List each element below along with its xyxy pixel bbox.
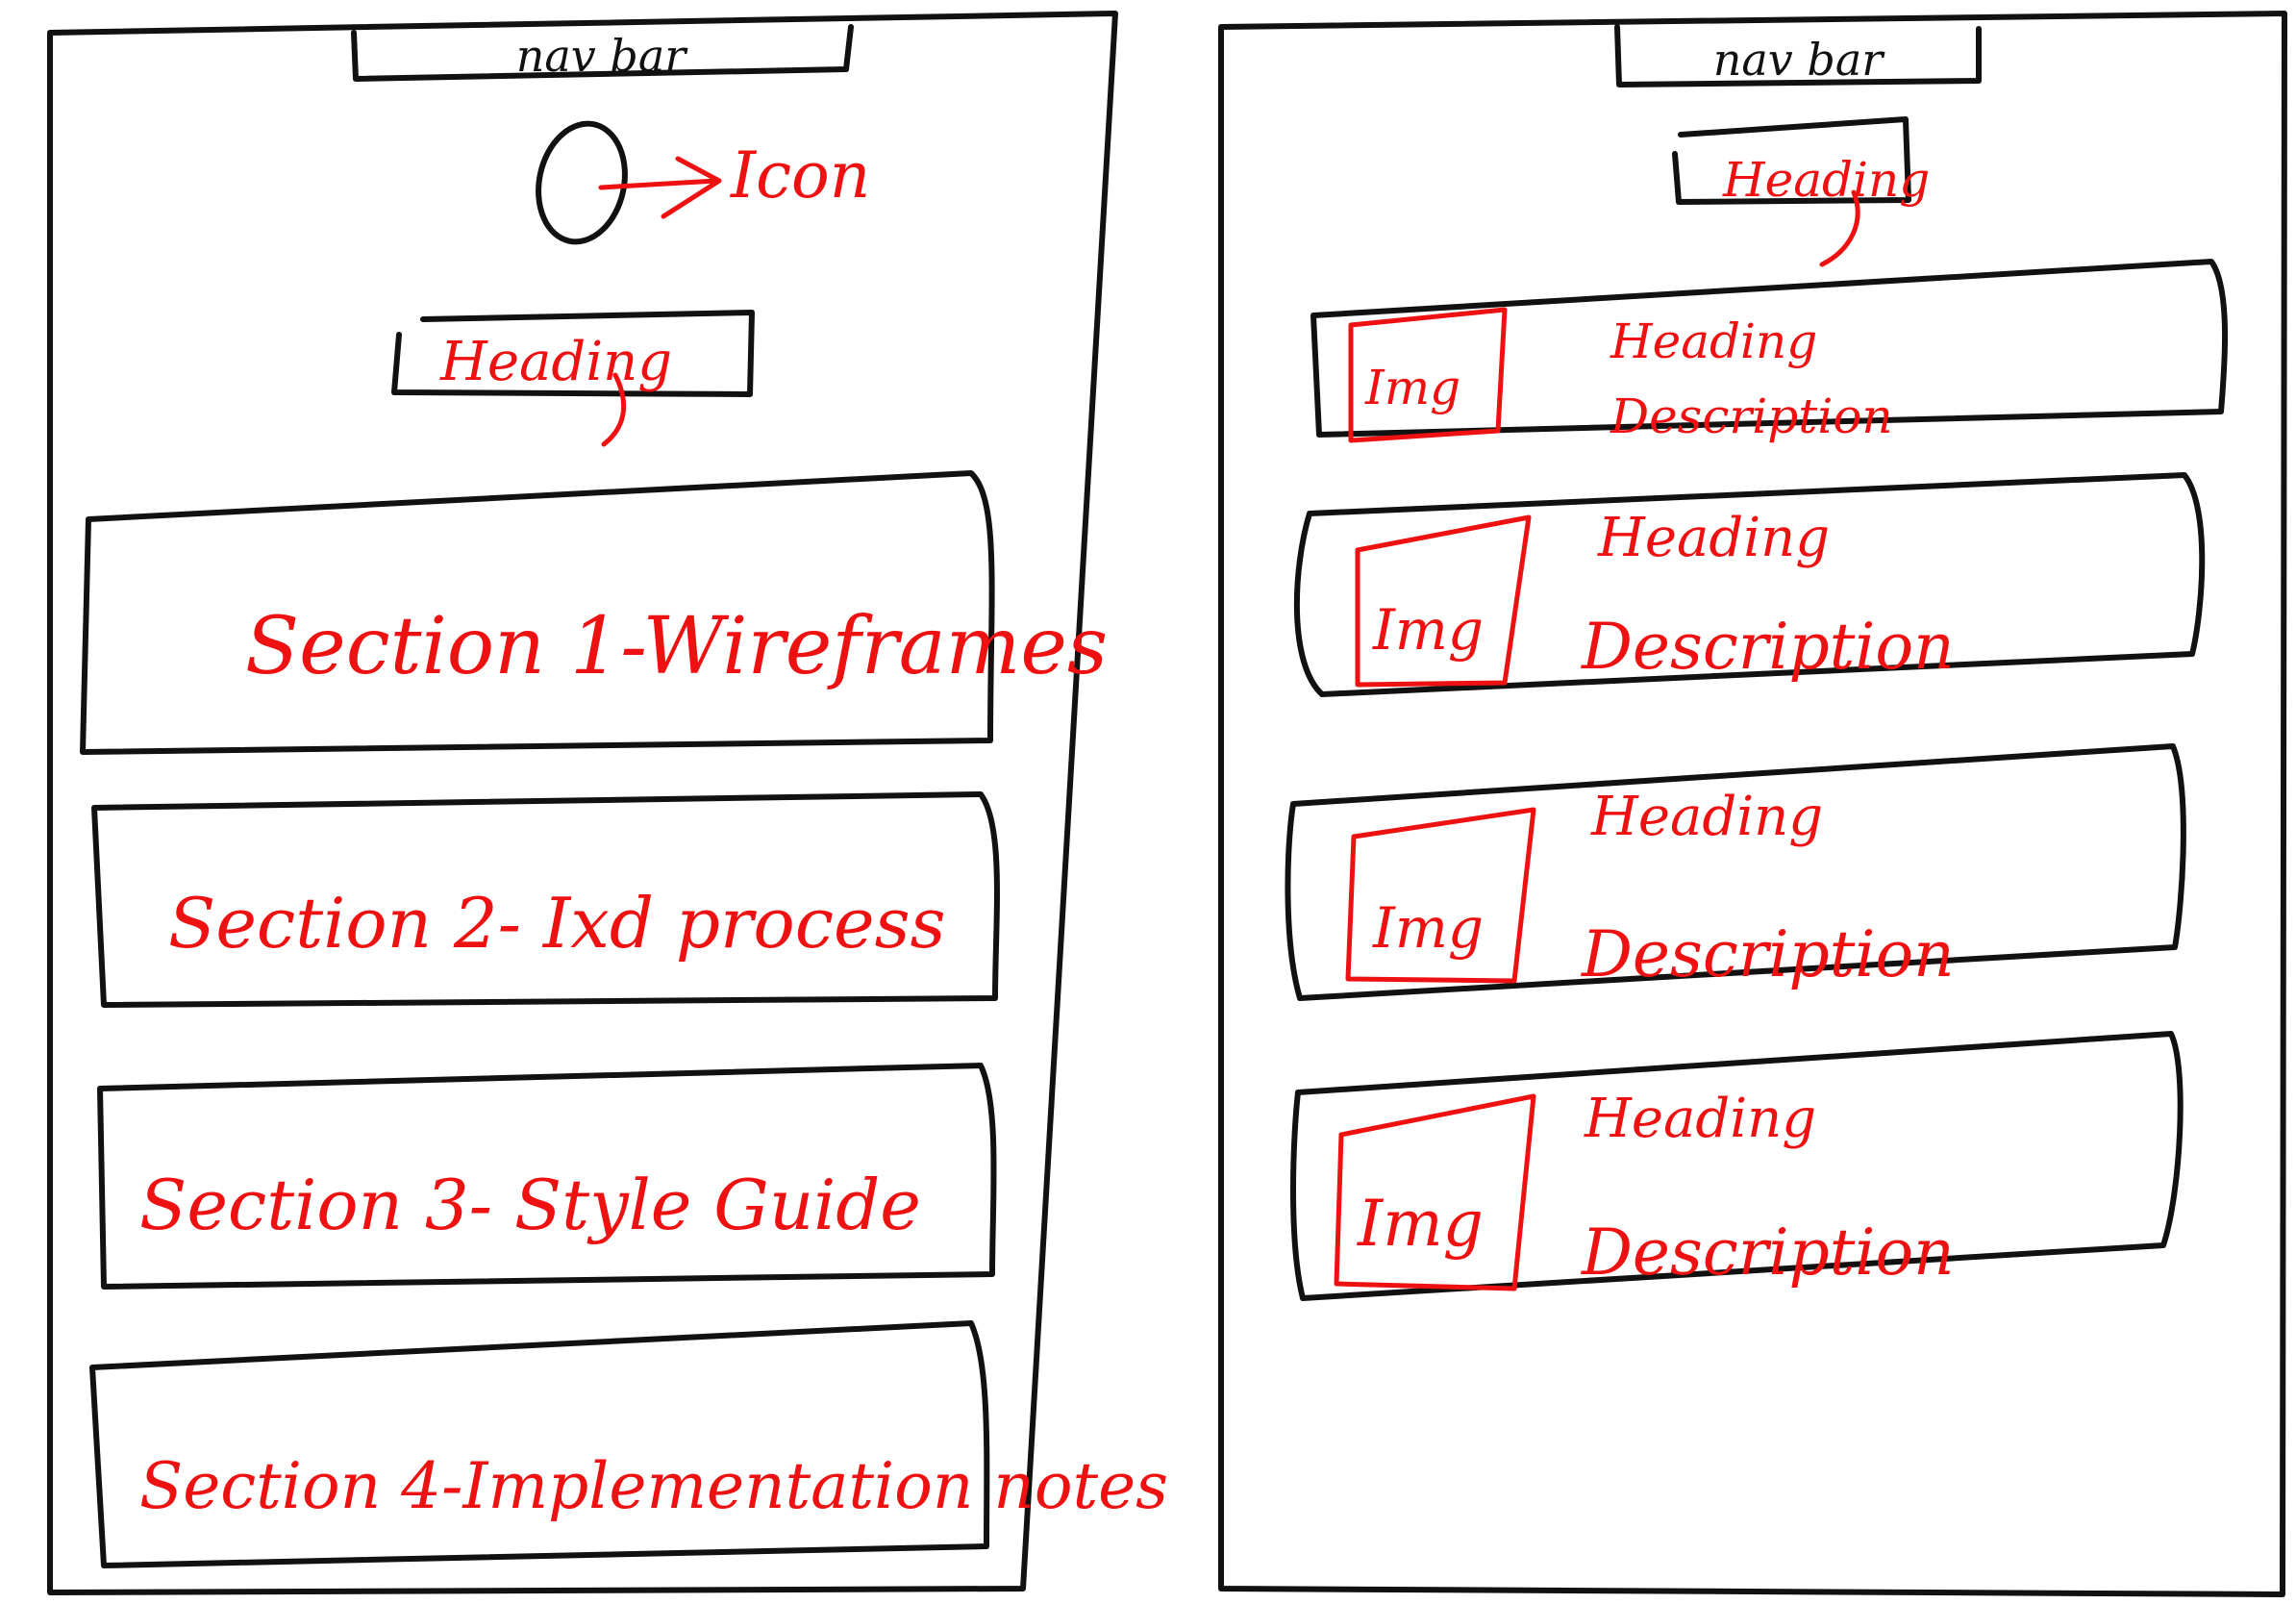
card-3-heading: Heading — [1590, 786, 1823, 848]
left-icon-annotation: Icon — [536, 120, 870, 245]
card-4-img-label: Img — [1357, 1187, 1484, 1261]
right-heading: Heading — [1672, 116, 1930, 267]
left-heading: Heading — [391, 310, 755, 447]
section-2-label: Section 2- Ixd process — [168, 883, 946, 964]
left-nav-bar[interactable]: nav bar — [351, 24, 854, 82]
card-2-heading: Heading — [1597, 507, 1830, 569]
circle-icon — [536, 120, 628, 245]
section-4-label: Section 4-Implementation notes — [139, 1449, 1168, 1523]
section-1-card[interactable]: Section 1-Wireframes — [80, 470, 1108, 755]
card-4-description: Description — [1581, 1216, 1955, 1290]
right-nav-bar-label: nav bar — [1713, 34, 1886, 86]
section-3-label: Section 3- Style Guide — [139, 1165, 921, 1245]
wireframe-sketch: nav bar Icon Heading Section 1-Wireframe… — [47, 11, 2287, 1597]
card-2-img-label: Img — [1372, 597, 1484, 663]
card-1-heading: Heading — [1610, 313, 1817, 369]
icon-label: Icon — [730, 138, 870, 213]
card-1[interactable]: Img Heading Description — [1310, 259, 2229, 444]
section-3-card[interactable]: Section 3- Style Guide — [97, 1063, 997, 1290]
left-nav-bar-label: nav bar — [516, 30, 689, 82]
right-heading-label: Heading — [1722, 152, 1930, 208]
card-4[interactable]: Img Heading Description — [1290, 1031, 2184, 1301]
card-3-description: Description — [1581, 917, 1955, 991]
card-1-description: Description — [1610, 388, 1893, 444]
section-4-card[interactable]: Section 4-Implementation notes — [89, 1320, 1168, 1568]
right-screen: nav bar Heading Img Heading Description … — [1218, 11, 2287, 1597]
card-3-img-label: Img — [1372, 895, 1484, 961]
card-1-img-label: Img — [1364, 360, 1460, 415]
left-heading-label: Heading — [439, 331, 672, 393]
left-screen: nav bar Icon Heading Section 1-Wireframe… — [47, 11, 1168, 1595]
right-nav-bar[interactable]: nav bar — [1614, 24, 1982, 88]
section-2-card[interactable]: Section 2- Ixd process — [91, 791, 1000, 1008]
card-4-heading: Heading — [1584, 1088, 1816, 1150]
section-1-label: Section 1-Wireframes — [245, 601, 1108, 692]
card-3[interactable]: Img Heading Description — [1285, 743, 2186, 1001]
card-2-description: Description — [1581, 610, 1955, 684]
card-2[interactable]: Img Heading Description — [1293, 472, 2206, 697]
